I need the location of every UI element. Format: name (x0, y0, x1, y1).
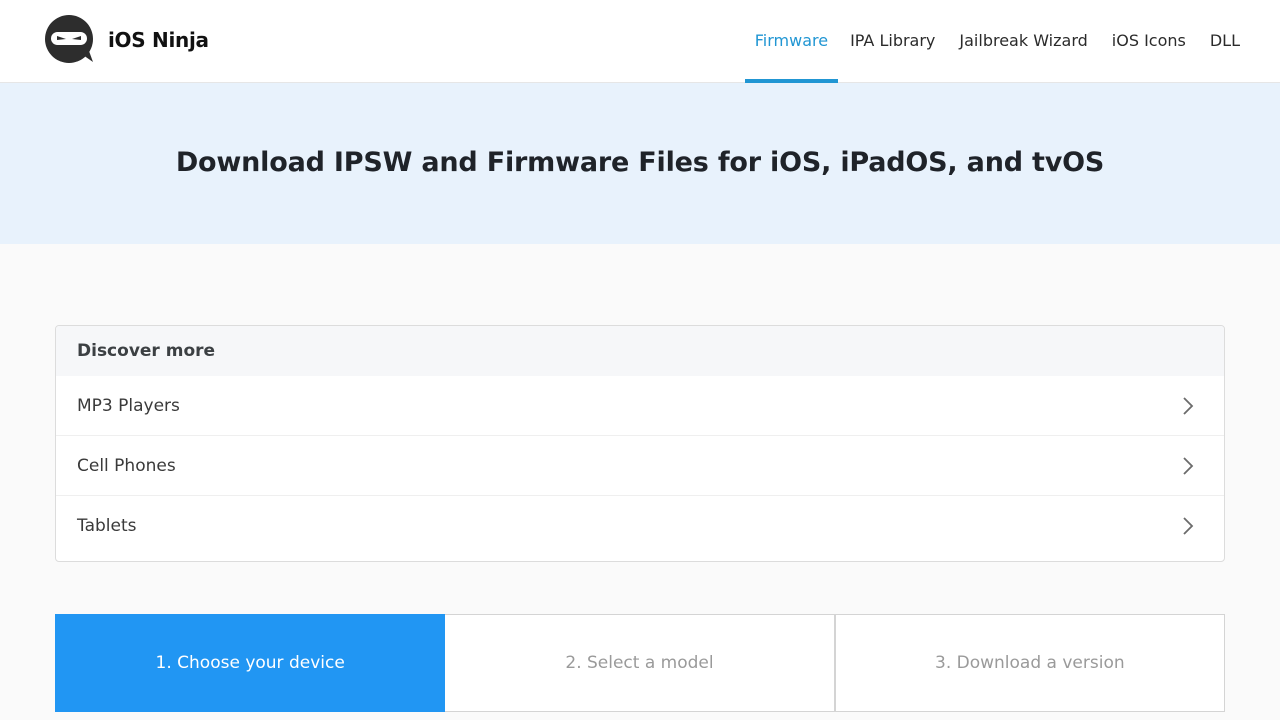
discover-more-heading: Discover more (56, 326, 1224, 376)
logo-link[interactable]: iOS Ninja (45, 15, 209, 65)
hero-banner: Download IPSW and Firmware Files for iOS… (0, 83, 1280, 244)
nav-item-jailbreak-wizard[interactable]: Jailbreak Wizard (947, 0, 1099, 83)
step-download-version[interactable]: 3. Download a version (834, 614, 1225, 712)
firmware-steps: 1. Choose your device 2. Select a model … (55, 614, 1225, 712)
ninja-logo-icon (45, 15, 95, 65)
discover-item-label: Tablets (77, 516, 137, 536)
nav-item-firmware[interactable]: Firmware (744, 0, 839, 83)
discover-item-cell-phones[interactable]: Cell Phones (56, 436, 1224, 496)
chevron-right-icon (1183, 517, 1194, 535)
step-choose-device[interactable]: 1. Choose your device (55, 614, 446, 712)
step-select-model[interactable]: 2. Select a model (445, 614, 835, 712)
nav-item-ios-icons[interactable]: iOS Icons (1100, 0, 1198, 83)
site-header: iOS Ninja Firmware IPA Library Jailbreak… (0, 0, 1280, 83)
page-title: Download IPSW and Firmware Files for iOS… (175, 147, 1105, 178)
chevron-right-icon (1183, 396, 1194, 415)
discover-more-panel: Discover more MP3 Players Cell Phones Ta… (55, 325, 1225, 562)
discover-item-label: MP3 Players (77, 395, 180, 416)
discover-item-label: Cell Phones (77, 455, 176, 476)
chevron-right-icon (1183, 456, 1194, 475)
discover-item-mp3-players[interactable]: MP3 Players (56, 376, 1224, 436)
logo-text: iOS Ninja (108, 28, 209, 52)
discover-item-tablets[interactable]: Tablets (56, 496, 1224, 556)
nav-item-dll[interactable]: DLL (1198, 0, 1252, 83)
nav-item-ipa-library[interactable]: IPA Library (838, 0, 947, 83)
main-nav: Firmware IPA Library Jailbreak Wizard iO… (744, 0, 1252, 83)
